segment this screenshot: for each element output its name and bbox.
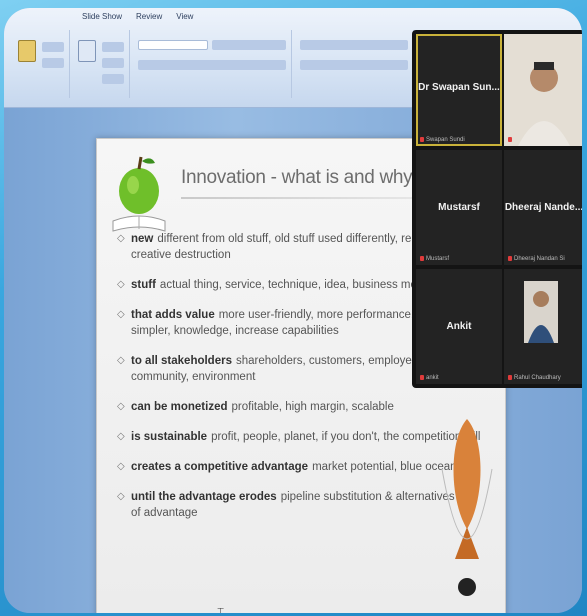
participant-video-1[interactable] — [504, 34, 582, 146]
participant-tile-3[interactable]: Mustarsf Mustarsf — [416, 150, 502, 265]
participant-label: Rahul Chaudhary — [508, 374, 561, 381]
bullet-description: profitable, high margin, scalable — [231, 401, 394, 413]
font-name-select[interactable] — [138, 40, 208, 50]
menu-item-slide-show[interactable]: Slide Show — [82, 12, 122, 26]
cut-button[interactable] — [42, 42, 64, 52]
participant-tile-4[interactable]: Dheeraj Nande... Dheeraj Nandan Si — [504, 150, 582, 265]
person-video — [504, 34, 582, 146]
reset-button[interactable] — [102, 58, 124, 68]
participant-label: Swapan Sundi — [420, 136, 465, 143]
bullet-marker-icon: ◇ — [117, 233, 125, 244]
participant-label: Dheeraj Nandan Si — [508, 255, 565, 262]
bullet-keyword: new — [131, 233, 154, 245]
delete-button[interactable] — [102, 74, 124, 84]
bullet-continuation: creative destruction — [131, 249, 231, 261]
participant-name: Dr Swapan Sun... — [418, 82, 500, 93]
bullet-marker-icon: ◇ — [117, 461, 125, 472]
bullet-continuation: simpler, knowledge, increase capabilitie… — [131, 325, 339, 337]
bullet-description: more user-friendly, more performance, — [218, 309, 415, 321]
bullet-marker-icon: ◇ — [117, 491, 125, 502]
copy-button[interactable] — [42, 58, 64, 68]
meeting-panel: Dr Swapan Sun... Swapan Sundi Mustarsf M… — [412, 30, 582, 388]
bullet-keyword: stuff — [131, 279, 156, 291]
bullet-description: different from old stuff, old stuff used… — [157, 233, 418, 245]
bullet-text: can be monetized profitable, high margin,… — [131, 399, 394, 415]
mute-icon — [508, 255, 512, 261]
bullet-text: is sustainable profit, people, planet, if… — [131, 429, 480, 445]
monitor-screen: Slide Show Review View Innovation - what… — [4, 8, 582, 613]
bullet-keyword: to all stakeholders — [131, 355, 232, 367]
participant-label: Mustarsf — [420, 255, 449, 262]
bullet-text: that adds value more user-friendly, more … — [131, 307, 414, 339]
bullet-text: creates a competitive advantage market po… — [131, 459, 457, 475]
participant-label — [508, 136, 514, 143]
bullet-keyword: is sustainable — [131, 431, 208, 443]
bullet-text: new different from old stuff, old stuff u… — [131, 231, 418, 263]
participant-name: Mustarsf — [438, 202, 480, 213]
bullet-keyword: until the advantage erodes — [131, 491, 277, 503]
font-format-buttons[interactable] — [138, 60, 286, 70]
list-buttons[interactable] — [300, 40, 408, 50]
bullet-description: actual thing, service, technique, idea, … — [159, 279, 417, 291]
participant-label: ankit — [420, 374, 439, 381]
menu-item-view[interactable]: View — [176, 12, 193, 26]
mute-icon — [420, 374, 424, 380]
bullet-keyword: can be monetized — [131, 401, 228, 413]
paste-icon[interactable] — [18, 40, 36, 62]
ribbon-group-clipboard — [12, 30, 70, 98]
font-size-controls[interactable] — [212, 40, 286, 50]
bullet-marker-icon: ◇ — [117, 431, 125, 442]
ribbon-group-slides — [72, 30, 130, 98]
menu-bar: Slide Show Review View — [4, 8, 582, 26]
photo-frame: Slide Show Review View Innovation - what… — [0, 0, 587, 616]
participant-tile-6[interactable]: Rahul Chaudhary — [504, 269, 582, 384]
participant-name: Dheeraj Nande... — [504, 202, 582, 213]
bullet-description: market potential, blue ocean — [312, 461, 457, 473]
new-slide-icon[interactable] — [78, 40, 96, 62]
layout-button[interactable] — [102, 42, 124, 52]
fish-illustration — [441, 419, 493, 596]
mouse-cursor: ⌶ — [217, 605, 225, 613]
bullet-text: stuff actual thing, service, technique, i… — [131, 277, 417, 293]
bullet-text: until the advantage erodes pipeline subst… — [131, 489, 471, 521]
participant-name: Ankit — [446, 321, 472, 332]
bullet-marker-icon: ◇ — [117, 355, 125, 366]
mute-icon — [508, 136, 512, 142]
menu-item-review[interactable]: Review — [136, 12, 162, 26]
mute-icon — [420, 255, 424, 261]
align-buttons[interactable] — [300, 60, 408, 70]
participant-tile-5[interactable]: Ankit ankit — [416, 269, 502, 384]
bullet-marker-icon: ◇ — [117, 279, 125, 290]
mute-icon — [420, 136, 424, 142]
bullet-keyword: that adds value — [131, 309, 215, 321]
mute-icon — [508, 374, 512, 380]
ribbon-group-font — [132, 30, 292, 98]
ribbon-group-paragraph — [294, 30, 414, 98]
bullet-continuation: of advantage — [131, 507, 198, 519]
bullet-marker-icon: ◇ — [117, 309, 125, 320]
apple-book-icon — [112, 156, 166, 232]
person-video — [524, 281, 558, 343]
bullet-marker-icon: ◇ — [117, 401, 125, 412]
participant-tile-1[interactable]: Dr Swapan Sun... Swapan Sundi — [416, 34, 502, 146]
bullet-keyword: creates a competitive advantage — [131, 461, 309, 473]
